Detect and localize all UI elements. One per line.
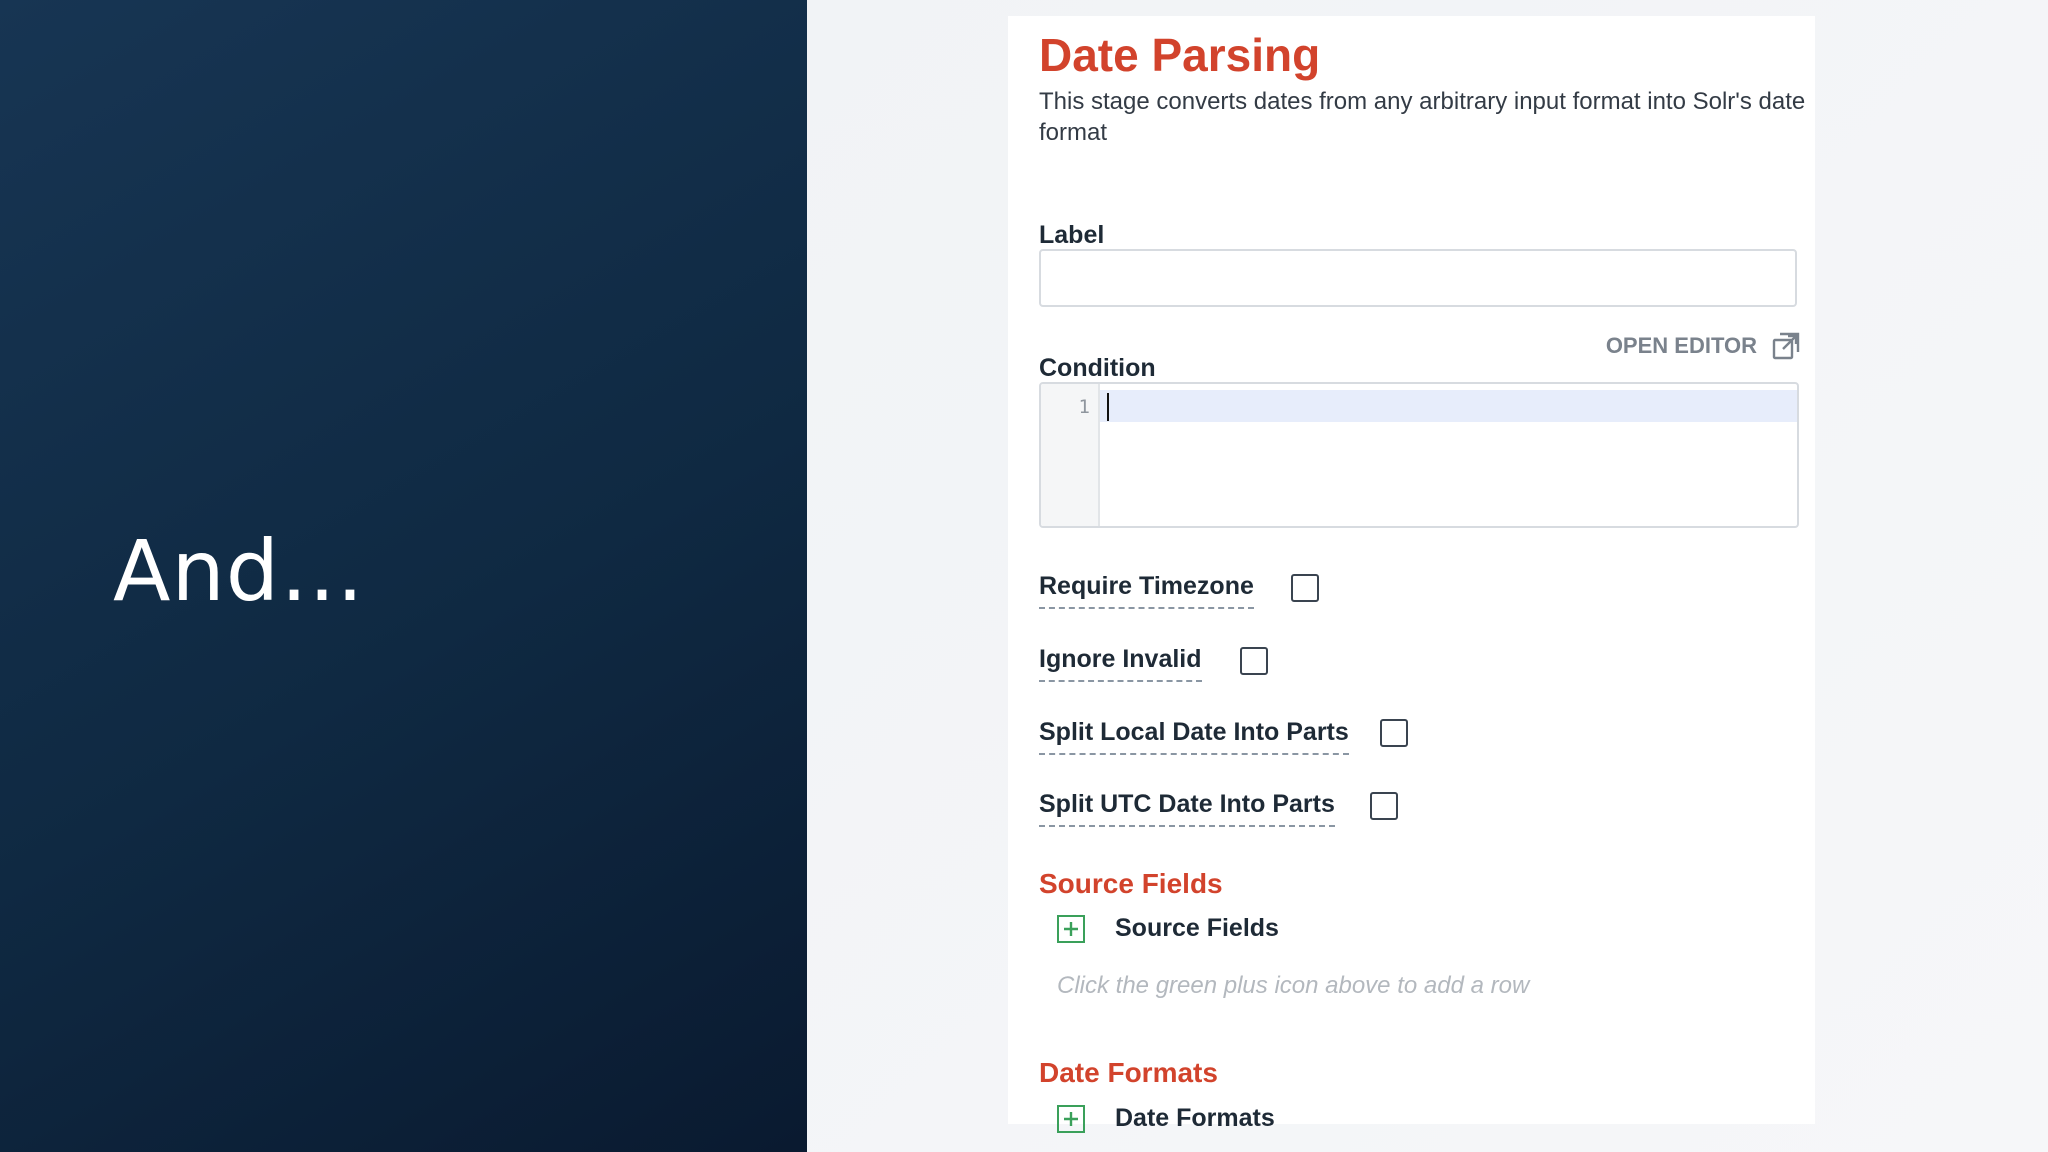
split-local-date-checkbox[interactable] — [1380, 719, 1408, 747]
line-number: 1 — [1078, 396, 1090, 418]
require-timezone-label: Require Timezone — [1039, 572, 1254, 609]
split-utc-date-label: Split UTC Date Into Parts — [1039, 790, 1335, 827]
source-fields-list-label: Source Fields — [1115, 914, 1279, 942]
line-number-gutter: 1 — [1041, 384, 1100, 526]
ignore-invalid-label: Ignore Invalid — [1039, 645, 1202, 682]
active-line-highlight — [1100, 390, 1797, 422]
plus-icon — [1064, 921, 1078, 936]
stage-description: This stage converts dates from any arbit… — [1039, 88, 1806, 146]
add-source-field-button[interactable] — [1057, 914, 1085, 943]
add-date-format-button[interactable] — [1057, 1104, 1085, 1133]
date-formats-add-row: Date Formats — [1057, 1104, 1275, 1133]
slide-left-panel: And… — [0, 0, 807, 1152]
label-input[interactable] — [1039, 249, 1797, 307]
external-link-icon — [1772, 332, 1800, 360]
ignore-invalid-checkbox[interactable] — [1240, 647, 1268, 675]
source-fields-add-row: Source Fields — [1057, 914, 1279, 943]
open-editor-label: OPEN EDITOR — [1605, 333, 1757, 358]
open-editor-button[interactable]: OPEN EDITOR — [1606, 331, 1801, 361]
require-timezone-checkbox[interactable] — [1291, 574, 1319, 602]
split-utc-date-checkbox[interactable] — [1370, 792, 1398, 820]
date-formats-section-title: Date Formats — [1039, 1057, 1218, 1088]
stage-title: Date Parsing — [1039, 29, 1321, 81]
date-formats-list-label: Date Formats — [1115, 1104, 1275, 1132]
split-local-date-label: Split Local Date Into Parts — [1039, 718, 1349, 755]
text-cursor — [1107, 393, 1109, 421]
source-fields-section-title: Source Fields — [1039, 868, 1223, 899]
plus-icon — [1064, 1111, 1078, 1126]
stage-config-form: Date Parsing This stage converts dates f… — [1008, 16, 1815, 1133]
condition-code-editor[interactable]: 1 — [1039, 382, 1799, 528]
slide-title: And… — [113, 522, 366, 620]
source-fields-empty-hint: Click the green plus icon above to add a… — [1057, 972, 1530, 999]
